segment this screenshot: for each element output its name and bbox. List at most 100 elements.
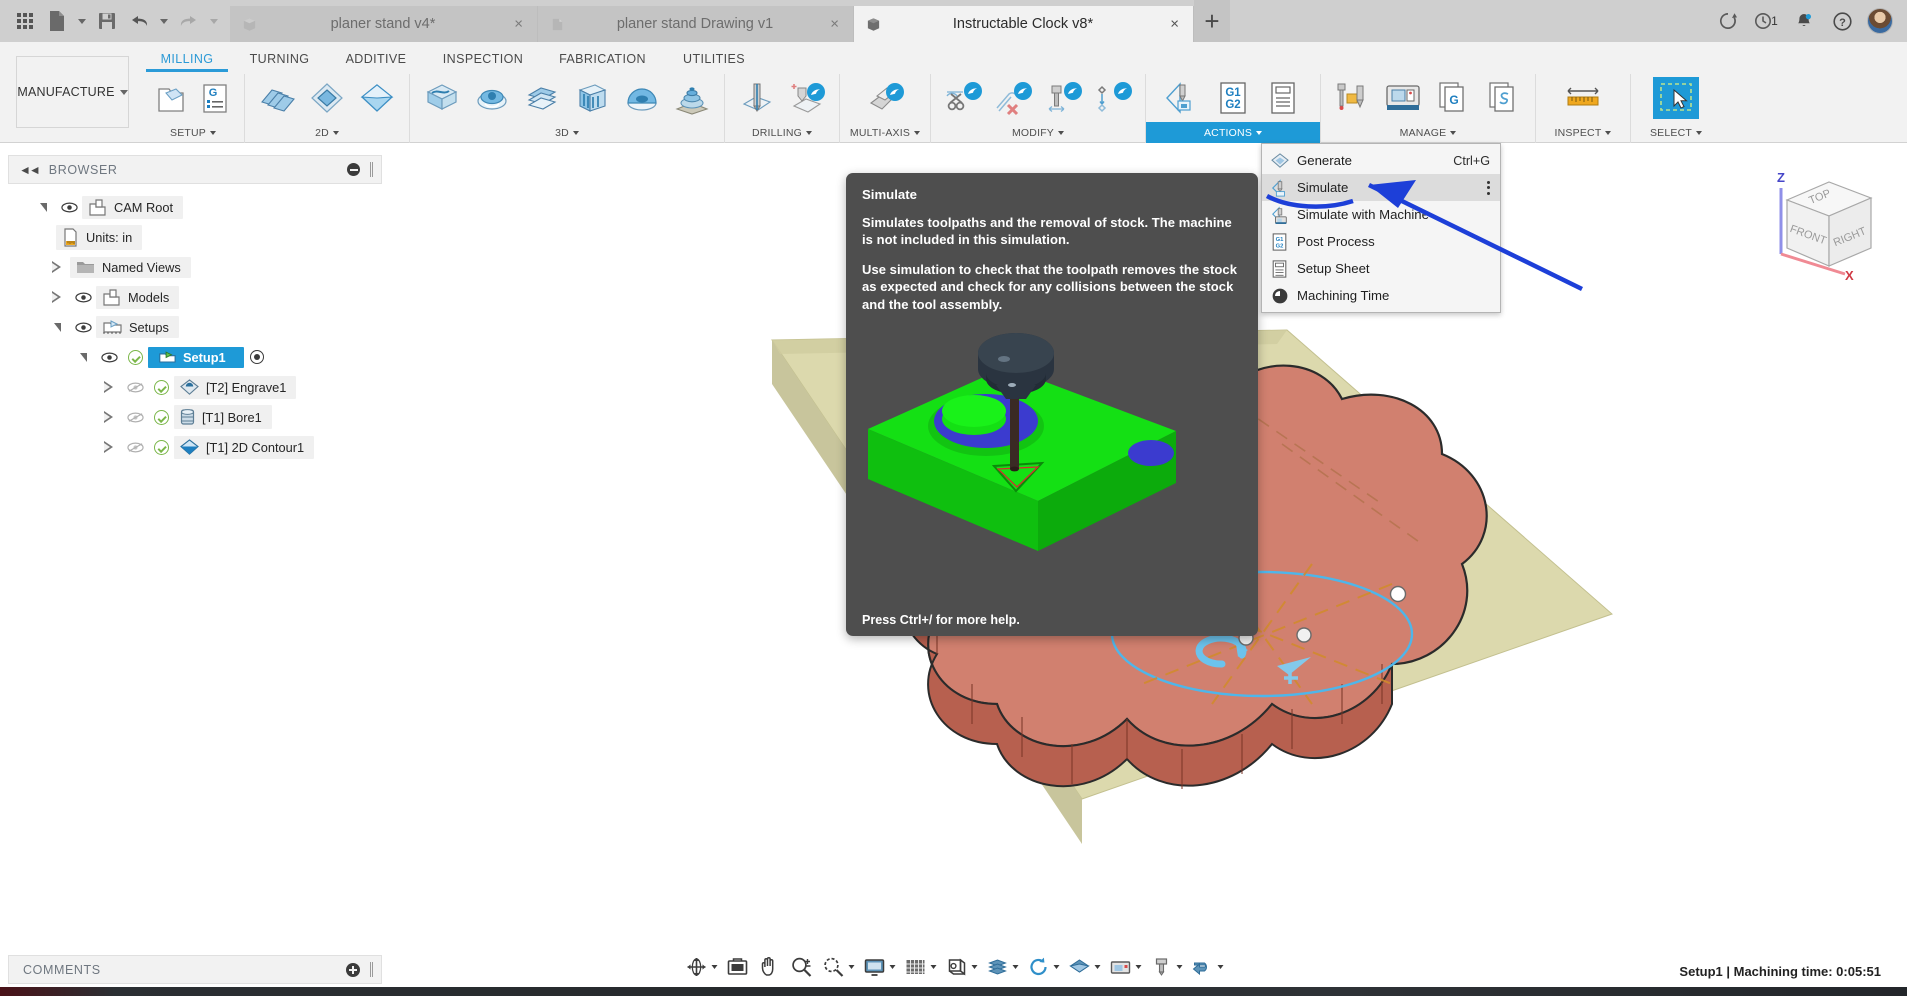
face-icon[interactable] (254, 77, 300, 119)
app-grid-icon[interactable] (10, 4, 40, 38)
recent-activity-icon[interactable]: 1 (1753, 8, 1779, 34)
ribbon-tab-fabrication[interactable]: FABRICATION (541, 48, 664, 72)
document-tab-1[interactable]: planer stand Drawing v1 × (538, 6, 854, 42)
tool-library-icon[interactable] (1330, 77, 1376, 119)
file-dropdown-caret-icon[interactable] (74, 4, 90, 38)
tree-item-setup1[interactable]: Setup1 (8, 342, 382, 372)
template-library-icon[interactable] (1480, 77, 1526, 119)
tree-item-cam-root[interactable]: CAM Root (8, 192, 382, 222)
redo-dropdown-caret-icon[interactable] (206, 4, 222, 38)
pocket-clearing-3d-icon[interactable] (469, 77, 515, 119)
new-tab-button[interactable]: + (1194, 0, 1230, 42)
menu-item-machining-time[interactable]: Machining Time (1262, 282, 1500, 309)
expander-icon[interactable] (70, 352, 96, 362)
setup-sheet-icon[interactable] (1260, 77, 1306, 119)
tool-length-icon[interactable] (1040, 77, 1086, 119)
menu-item-post-process[interactable]: G1 G2 Post Process (1262, 228, 1500, 255)
visibility-eye-icon[interactable] (96, 352, 122, 363)
measure-icon[interactable] (1560, 77, 1606, 119)
menu-item-simulate-with-machine[interactable]: Simulate with Machine (1262, 201, 1500, 228)
ribbon-tab-milling[interactable]: MILLING (142, 48, 232, 72)
ribbon-tab-inspection[interactable]: INSPECTION (425, 48, 541, 72)
parallel-3d-icon[interactable] (569, 77, 615, 119)
pocket-2d-icon[interactable] (354, 77, 400, 119)
ribbon-panel-label-manage[interactable]: MANAGE (1321, 122, 1535, 143)
fixture-display-icon[interactable] (1187, 952, 1226, 982)
visibility-eye-icon[interactable] (56, 202, 82, 213)
collapse-left-icon[interactable]: ◄◄ (19, 163, 41, 177)
expander-icon[interactable] (44, 322, 70, 332)
tree-item-bore1[interactable]: [T1] Bore1 (8, 402, 382, 432)
tree-item-models[interactable]: Models (8, 282, 382, 312)
workspace-switcher-button[interactable]: MANUFACTURE (16, 56, 129, 128)
simulate-icon[interactable] (1160, 77, 1206, 119)
ribbon-panel-label-modify[interactable]: MODIFY (931, 122, 1145, 143)
comments-panel[interactable]: COMMENTS (8, 955, 382, 984)
refresh-icon[interactable] (1023, 952, 1062, 982)
trim-toolpath-icon[interactable] (940, 77, 986, 119)
tool-display-icon[interactable] (1146, 952, 1185, 982)
visibility-eye-hidden-icon[interactable] (122, 412, 148, 423)
expander-icon[interactable] (96, 411, 122, 423)
tree-item-2d-contour1[interactable]: [T1] 2D Contour1 (8, 432, 382, 462)
horizontal-3d-icon[interactable] (519, 77, 565, 119)
active-setup-radio[interactable] (244, 350, 270, 364)
menu-item-simulate[interactable]: Simulate (1262, 174, 1500, 201)
menu-item-generate[interactable]: Generate Ctrl+G (1262, 147, 1500, 174)
adaptive-clearing-2d-icon[interactable] (304, 77, 350, 119)
job-status-icon[interactable] (1715, 8, 1741, 34)
post-library-icon[interactable]: G (1430, 77, 1476, 119)
delete-toolpath-icon[interactable] (990, 77, 1036, 119)
panel-grip[interactable] (370, 962, 373, 977)
expander-icon[interactable] (44, 261, 70, 273)
look-at-icon[interactable] (722, 952, 752, 982)
menu-item-overflow-icon[interactable] (1487, 180, 1490, 195)
orbit-icon[interactable] (681, 952, 720, 982)
ribbon-panel-label-actions[interactable]: ACTIONS (1146, 122, 1320, 143)
visibility-eye-hidden-icon[interactable] (122, 442, 148, 453)
close-icon[interactable]: × (514, 17, 523, 32)
swarf-icon[interactable] (862, 77, 908, 119)
expander-icon[interactable] (96, 441, 122, 453)
visibility-eye-hidden-icon[interactable] (122, 382, 148, 393)
grid-snaps-icon[interactable] (900, 952, 939, 982)
document-tab-2[interactable]: Instructable Clock v8* × (854, 6, 1194, 42)
spiral-3d-icon[interactable] (669, 77, 715, 119)
ribbon-panel-label-3d[interactable]: 3D (410, 122, 724, 143)
tree-item-setups[interactable]: Setups (8, 312, 382, 342)
help-icon[interactable]: ? (1829, 8, 1855, 34)
new-folder-g-icon[interactable]: G (195, 77, 235, 119)
ribbon-panel-label-multi-axis[interactable]: MULTI-AXIS (840, 122, 930, 143)
machine-view-icon[interactable] (1105, 952, 1144, 982)
machine-library-icon[interactable] (1380, 77, 1426, 119)
toolpath-display-icon[interactable] (1064, 952, 1103, 982)
visibility-eye-icon[interactable] (70, 322, 96, 333)
bell-icon[interactable] (1791, 8, 1817, 34)
undo-icon[interactable] (124, 4, 154, 38)
display-settings-icon[interactable] (859, 952, 898, 982)
save-icon[interactable] (92, 4, 122, 38)
zoom-icon[interactable] (786, 952, 816, 982)
file-icon[interactable] (42, 4, 72, 38)
avatar[interactable] (1867, 8, 1893, 34)
expander-icon[interactable] (30, 202, 56, 212)
view-cube[interactable]: Z X TOP FRONT RIGHT (1759, 162, 1889, 283)
new-setup-icon[interactable] (151, 77, 191, 119)
ribbon-panel-label-select[interactable]: SELECT (1631, 122, 1721, 143)
ribbon-tab-additive[interactable]: ADDITIVE (327, 48, 425, 72)
ribbon-panel-label-inspect[interactable]: INSPECT (1536, 122, 1630, 143)
menu-item-setup-sheet[interactable]: Setup Sheet (1262, 255, 1500, 282)
stock-visibility-icon[interactable] (982, 952, 1021, 982)
fit-icon[interactable] (818, 952, 857, 982)
expander-icon[interactable] (44, 291, 70, 303)
adaptive-clearing-3d-icon[interactable] (419, 77, 465, 119)
ribbon-panel-label-setup[interactable]: SETUP (142, 122, 244, 143)
ribbon-panel-label-drilling[interactable]: DRILLING (725, 122, 839, 143)
visibility-eye-icon[interactable] (70, 292, 96, 303)
undo-dropdown-caret-icon[interactable] (156, 4, 172, 38)
document-tab-0[interactable]: planer stand v4* × (230, 6, 538, 42)
add-comment-icon[interactable] (346, 962, 360, 977)
redo-icon[interactable] (174, 4, 204, 38)
ribbon-tab-turning[interactable]: TURNING (232, 48, 327, 72)
drill-icon[interactable] (734, 77, 780, 119)
